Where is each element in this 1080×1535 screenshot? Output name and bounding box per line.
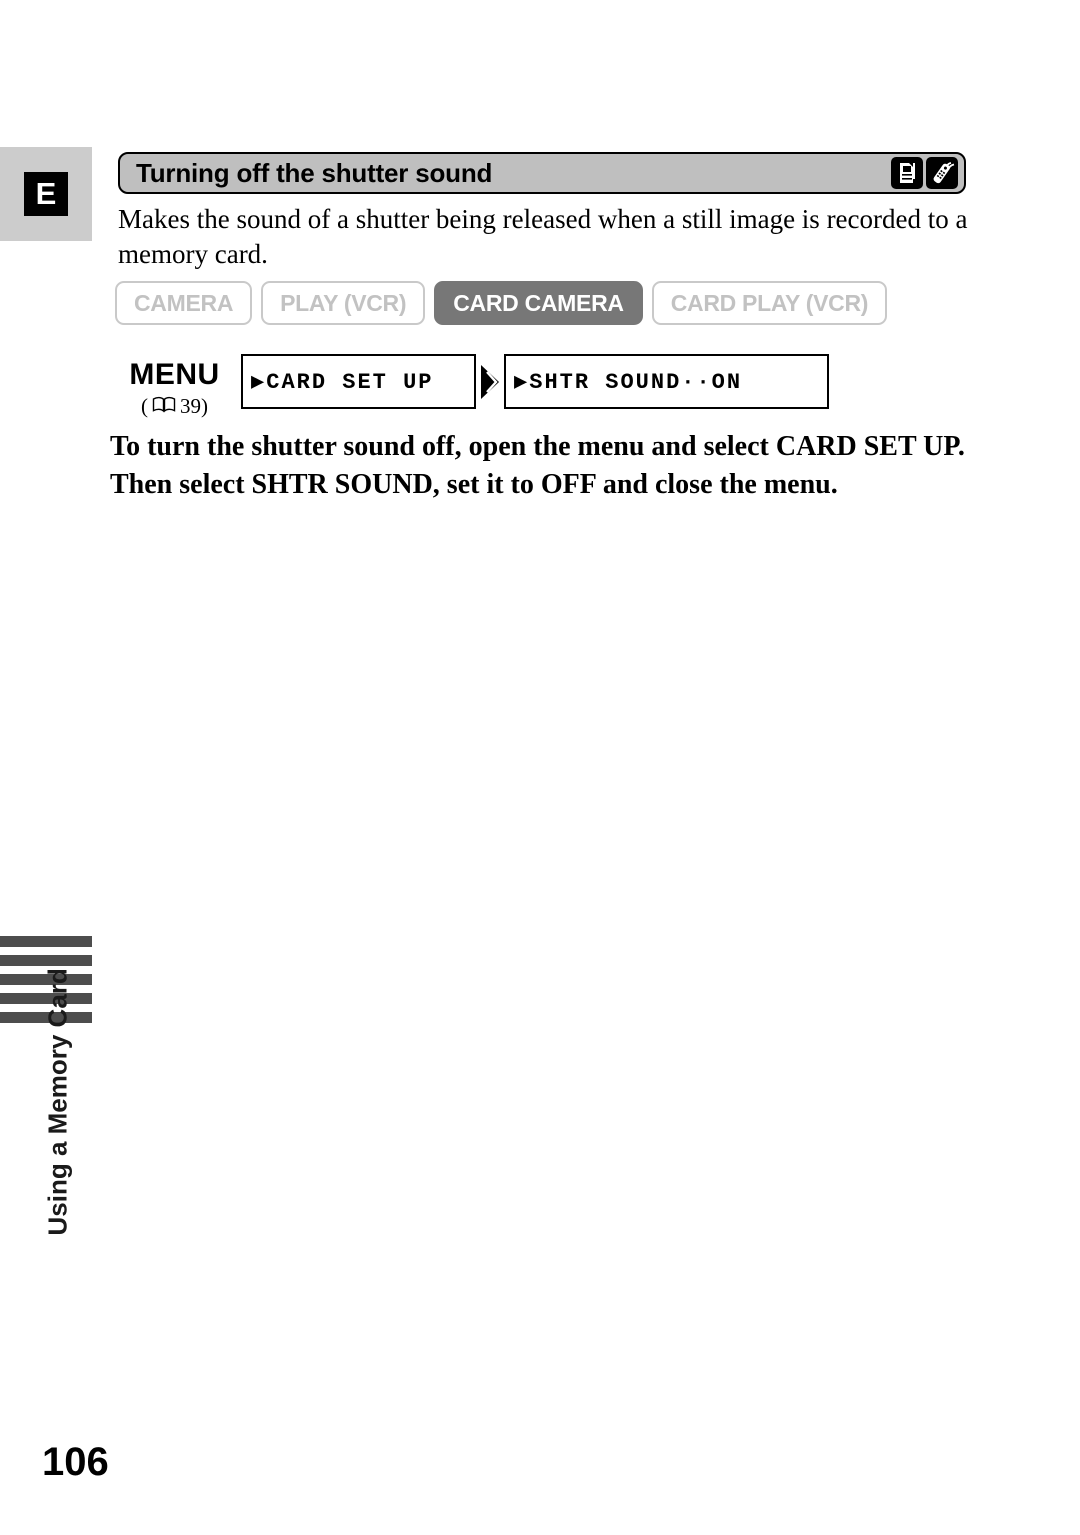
menu-label: MENU: [129, 358, 220, 391]
instruction-paragraph: To turn the shutter sound off, open the …: [110, 431, 965, 500]
mode-pill-card-play-vcr: CARD PLAY (VCR): [651, 281, 888, 325]
mode-pill-camera-label: CAMERA: [134, 289, 234, 316]
operating-mode-row: CAMERA PLAY (VCR) CARD CAMERA CARD PLAY …: [115, 281, 888, 325]
index-bar: [0, 955, 92, 966]
section-tab-letter: E: [24, 172, 68, 216]
intro-paragraph: Makes the sound of a shutter being relea…: [118, 204, 968, 269]
page-title: Turning off the shutter sound: [136, 157, 493, 188]
running-chapter-title: Using a Memory Card: [42, 968, 73, 1236]
mode-pill-camera: CAMERA: [115, 281, 253, 325]
menu-step-sequence: ▶CARD SET UP ▶SHTR SOUND··ON: [241, 354, 829, 409]
mode-pill-card-camera: CARD CAMERA: [434, 281, 643, 325]
menu-label-block: MENU ( 39): [112, 358, 237, 419]
index-bar: [0, 936, 92, 947]
mode-pill-play-vcr-label: PLAY (VCR): [280, 289, 407, 316]
step-arrow-icon: [477, 362, 503, 402]
open-book-icon: [152, 394, 176, 419]
menu-step-2-text: ▶SHTR SOUND··ON: [514, 369, 743, 395]
mode-pill-card-camera-label: CARD CAMERA: [453, 289, 624, 316]
memory-card-icon: [891, 157, 923, 189]
heading-icon-group: [891, 157, 958, 189]
section-heading-bar: Turning off the shutter sound: [118, 152, 966, 194]
menu-ref-page: 39): [180, 394, 208, 418]
page-number: 106: [42, 1440, 109, 1484]
menu-step-1-text: ▶CARD SET UP: [251, 369, 434, 395]
menu-ref-open-paren: (: [141, 394, 148, 418]
mode-pill-card-play-vcr-label: CARD PLAY (VCR): [670, 289, 869, 316]
menu-page-reference: ( 39): [112, 394, 237, 419]
section-tab: E: [0, 147, 92, 241]
menu-step-box-2: ▶SHTR SOUND··ON: [504, 354, 829, 409]
remote-control-icon: [926, 157, 958, 189]
menu-step-box-1: ▶CARD SET UP: [241, 354, 476, 409]
mode-pill-play-vcr: PLAY (VCR): [261, 281, 426, 325]
